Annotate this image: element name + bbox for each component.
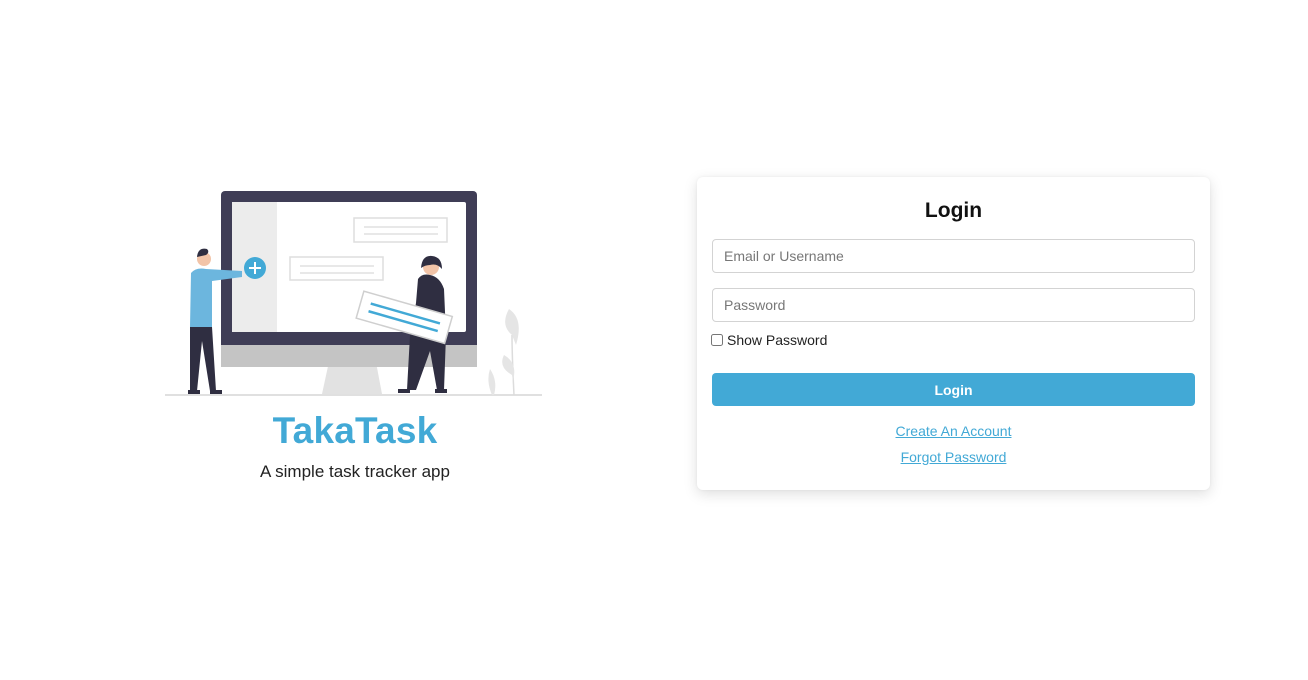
forgot-password-link[interactable]: Forgot Password: [697, 449, 1210, 465]
app-tagline: A simple task tracker app: [260, 462, 450, 481]
login-card: Login Show Password Login Create An Acco…: [697, 177, 1210, 490]
app-name: TakaTask: [272, 410, 438, 451]
brand-panel: TakaTask A simple task tracker app: [160, 185, 550, 495]
show-password-checkbox[interactable]: [711, 334, 723, 346]
create-account-link[interactable]: Create An Account: [697, 423, 1210, 439]
login-page: TakaTask A simple task tracker app Login…: [0, 0, 1308, 680]
password-input[interactable]: [712, 288, 1195, 322]
show-password-label: Show Password: [727, 332, 828, 348]
show-password-toggle[interactable]: Show Password: [711, 332, 827, 348]
email-username-input[interactable]: [712, 239, 1195, 273]
login-button[interactable]: Login: [712, 373, 1195, 406]
login-title: Login: [924, 199, 983, 222]
task-tracker-illustration: [165, 191, 542, 396]
